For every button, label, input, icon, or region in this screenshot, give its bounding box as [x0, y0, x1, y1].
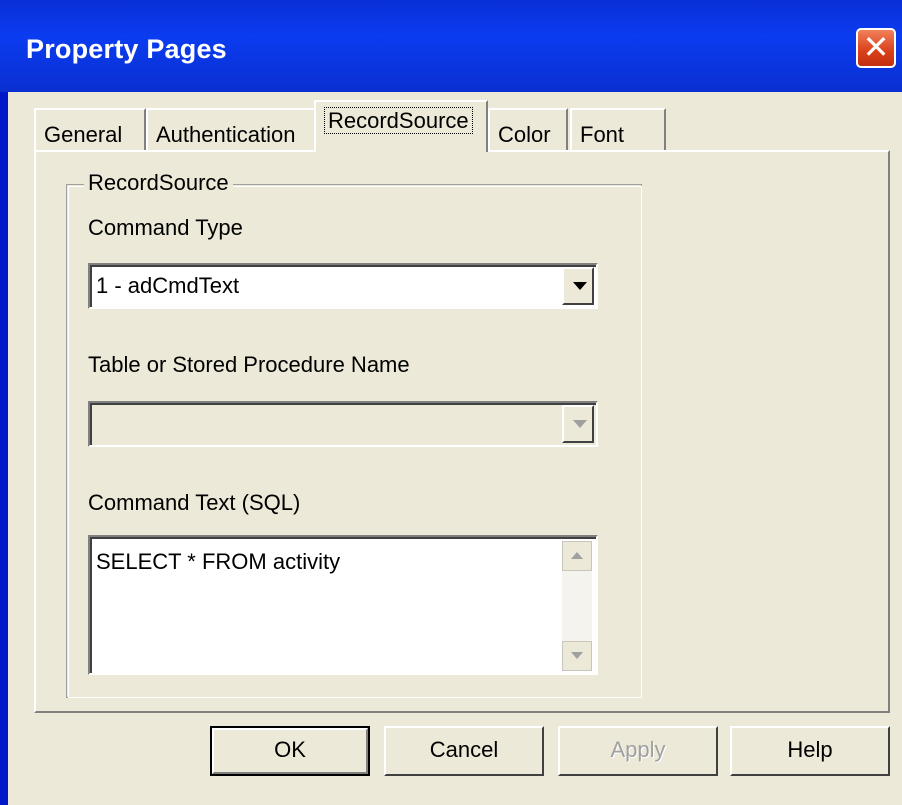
- scroll-down-icon: [571, 652, 583, 659]
- scroll-up-button[interactable]: [562, 541, 592, 571]
- command-text-label: Command Text (SQL): [88, 490, 301, 515]
- help-button[interactable]: Help: [730, 726, 890, 776]
- tab-authentication[interactable]: Authentication: [146, 108, 318, 150]
- tab-label: General: [44, 122, 123, 147]
- cancel-button-label: Cancel: [429, 737, 499, 762]
- vertical-scrollbar[interactable]: [562, 541, 592, 671]
- close-icon: ✕: [862, 28, 890, 66]
- tab-label: RecordSource: [324, 107, 473, 134]
- command-text-value: SELECT * FROM activity: [96, 549, 341, 574]
- dropdown-button[interactable]: [562, 267, 594, 305]
- cancel-button[interactable]: Cancel: [384, 726, 544, 776]
- command-type-value: 1 - adCmdText: [96, 273, 240, 298]
- tab-font[interactable]: Font: [570, 108, 666, 150]
- chevron-down-icon: [573, 282, 587, 290]
- tab-recordsource[interactable]: RecordSource: [314, 100, 488, 152]
- chevron-down-icon: [573, 420, 587, 428]
- command-type-label: Command Type: [88, 215, 243, 240]
- window-title: Property Pages: [26, 34, 227, 64]
- command-text-sql-field[interactable]: SELECT * FROM activity: [88, 535, 598, 675]
- ok-button[interactable]: OK: [210, 726, 370, 776]
- tab-label: Color: [498, 122, 551, 147]
- tab-label: Font: [580, 122, 625, 147]
- command-type-dropdown[interactable]: 1 - adCmdText: [88, 263, 598, 309]
- scroll-down-button[interactable]: [562, 641, 592, 671]
- scroll-up-icon: [571, 552, 583, 559]
- dropdown-button[interactable]: [562, 405, 594, 443]
- tab-color[interactable]: Color: [488, 108, 568, 150]
- ok-button-label: OK: [274, 737, 306, 762]
- table-name-label: Table or Stored Procedure Name: [88, 352, 410, 377]
- apply-button-label: Apply: [610, 737, 666, 762]
- property-pages-dialog: Property Pages ✕ General Authentication …: [0, 0, 902, 805]
- help-button-label: Help: [787, 737, 833, 762]
- table-name-dropdown[interactable]: [88, 401, 598, 447]
- tab-label: Authentication: [156, 122, 296, 147]
- groupbox-title: RecordSource: [84, 170, 233, 196]
- tab-general[interactable]: General: [34, 108, 146, 150]
- close-button[interactable]: ✕: [856, 28, 896, 68]
- apply-button[interactable]: Apply: [558, 726, 718, 776]
- title-bar[interactable]: Property Pages ✕: [0, 0, 902, 92]
